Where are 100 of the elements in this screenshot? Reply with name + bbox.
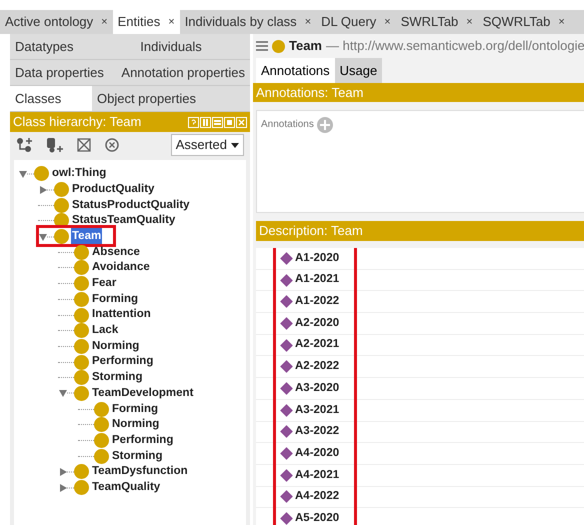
individual-icon: [280, 274, 293, 286]
list-item[interactable]: A3-2022: [295, 423, 340, 440]
individual-icon: [280, 252, 293, 265]
class-icon: [94, 417, 109, 432]
tab[interactable]: Object properties: [92, 86, 250, 111]
minimize-icon[interactable]: [212, 116, 223, 128]
list-item[interactable]: A2-2021: [295, 336, 340, 354]
class-icon: [74, 480, 89, 496]
add-sibling-icon[interactable]: [46, 137, 64, 153]
class-icon: [54, 229, 69, 244]
tree-item[interactable]: Avoidance: [91, 259, 151, 277]
class-icon: [74, 386, 89, 401]
individual-icon: [280, 317, 293, 330]
tree-item[interactable]: StatusProductQuality: [71, 196, 191, 214]
tree-item[interactable]: Fear: [91, 275, 118, 292]
individual-icon: [280, 468, 293, 482]
close-icon[interactable]: ×: [101, 14, 108, 30]
class-icon: [94, 448, 109, 464]
individual-icon: [280, 490, 293, 504]
list-item[interactable]: A4-2021: [295, 466, 340, 484]
circle-x-icon[interactable]: [104, 137, 120, 153]
maximize-icon[interactable]: [224, 116, 235, 128]
tab[interactable]: Annotation properties: [116, 60, 250, 85]
view-dropdown[interactable]: Asserted: [170, 134, 244, 156]
class-icon: [74, 308, 89, 323]
individual-icon: [280, 425, 293, 438]
class-icon: [54, 198, 69, 213]
list-item[interactable]: A3-2021: [295, 402, 340, 419]
individual-icon: [280, 404, 293, 417]
menu-icon[interactable]: [256, 41, 268, 51]
tab[interactable]: Datatypes: [10, 34, 92, 59]
list-item[interactable]: A2-2020: [295, 314, 340, 332]
tree-item[interactable]: Forming: [111, 400, 159, 418]
class-icon: [74, 260, 89, 276]
tree-item[interactable]: Norming: [91, 338, 140, 356]
tree-item[interactable]: ProductQuality: [71, 180, 156, 198]
panel-title: Description: Team: [259, 222, 363, 240]
individual-icon: [280, 295, 293, 308]
collapsed-arrow-icon[interactable]: [58, 466, 74, 477]
class-icon: [272, 40, 285, 52]
panel-title: Annotations: Team: [256, 84, 364, 102]
tree-item[interactable]: Lack: [91, 322, 120, 340]
tree-item[interactable]: Performing: [111, 432, 174, 450]
close-icon[interactable]: ×: [384, 14, 391, 30]
individual-icon: [280, 447, 293, 460]
close-icon[interactable]: ×: [168, 14, 175, 30]
class-icon: [34, 166, 49, 182]
entity-name: Team: [289, 37, 322, 56]
close-icon[interactable]: [236, 116, 247, 128]
list-item[interactable]: A3-2020: [295, 380, 340, 398]
delete-class-icon[interactable]: [76, 137, 92, 153]
individual-icon: [280, 338, 293, 352]
tree-item[interactable]: TeamDevelopment: [91, 384, 194, 402]
tree-item[interactable]: StatusTeamQuality: [71, 212, 176, 230]
tree-item[interactable]: Forming: [91, 290, 139, 308]
tab[interactable]: Classes: [10, 86, 92, 111]
list-item[interactable]: A1-2022: [295, 293, 340, 310]
close-icon[interactable]: ×: [304, 14, 312, 30]
close-icon[interactable]: ×: [466, 14, 473, 30]
list-item[interactable]: A1-2021: [295, 271, 340, 289]
list-item[interactable]: A5-2020: [295, 510, 340, 525]
tab[interactable]: Annotations: [256, 58, 335, 83]
class-icon: [74, 354, 89, 370]
class-icon: [94, 402, 109, 417]
help-icon[interactable]: [188, 116, 199, 128]
collapsed-arrow-icon[interactable]: [58, 482, 74, 493]
class-icon: [74, 338, 89, 354]
tree-item[interactable]: Storming: [111, 448, 164, 465]
expanded-arrow-icon[interactable]: [38, 232, 54, 242]
list-item[interactable]: A2-2022: [295, 358, 340, 376]
class-icon: [74, 370, 89, 386]
tab[interactable]: Entities ×: [112, 10, 180, 34]
tree-item[interactable]: Performing: [91, 353, 154, 371]
split-icon[interactable]: [200, 116, 211, 128]
tab[interactable]: Usage: [334, 58, 382, 83]
individual-icon: [280, 382, 293, 395]
caret-icon[interactable]: [231, 142, 239, 148]
tree-item[interactable]: Storming: [91, 369, 144, 386]
tree-item[interactable]: owl:Thing: [51, 165, 108, 182]
tree-item[interactable]: Absence: [91, 244, 141, 261]
tree-item[interactable]: Norming: [111, 416, 160, 434]
tab[interactable]: Data properties: [10, 60, 116, 85]
expanded-arrow-icon[interactable]: [58, 388, 74, 398]
close-icon[interactable]: ×: [558, 14, 565, 30]
class-icon: [74, 323, 89, 338]
class-icon: [74, 464, 89, 480]
list-item[interactable]: A4-2020: [295, 444, 340, 462]
tree-item[interactable]: TeamDysfunction: [91, 463, 189, 481]
tree-item[interactable]: TeamQuality: [91, 478, 162, 496]
tree-item[interactable]: Inattention: [91, 306, 152, 324]
section-label: Annotations: [261, 118, 314, 132]
collapsed-arrow-icon[interactable]: [38, 184, 54, 195]
expanded-arrow-icon[interactable]: [18, 168, 34, 179]
list-item[interactable]: A1-2020: [295, 250, 340, 267]
entity-iri: — http://www.semanticweb.org/dell/ontologie: [326, 37, 584, 56]
panel-title: Class hierarchy: Team: [13, 113, 142, 132]
individual-icon: [280, 512, 293, 525]
add-subclass-icon[interactable]: [16, 137, 34, 153]
list-item[interactable]: A4-2022: [295, 488, 340, 506]
tab[interactable]: Individuals: [92, 34, 250, 59]
